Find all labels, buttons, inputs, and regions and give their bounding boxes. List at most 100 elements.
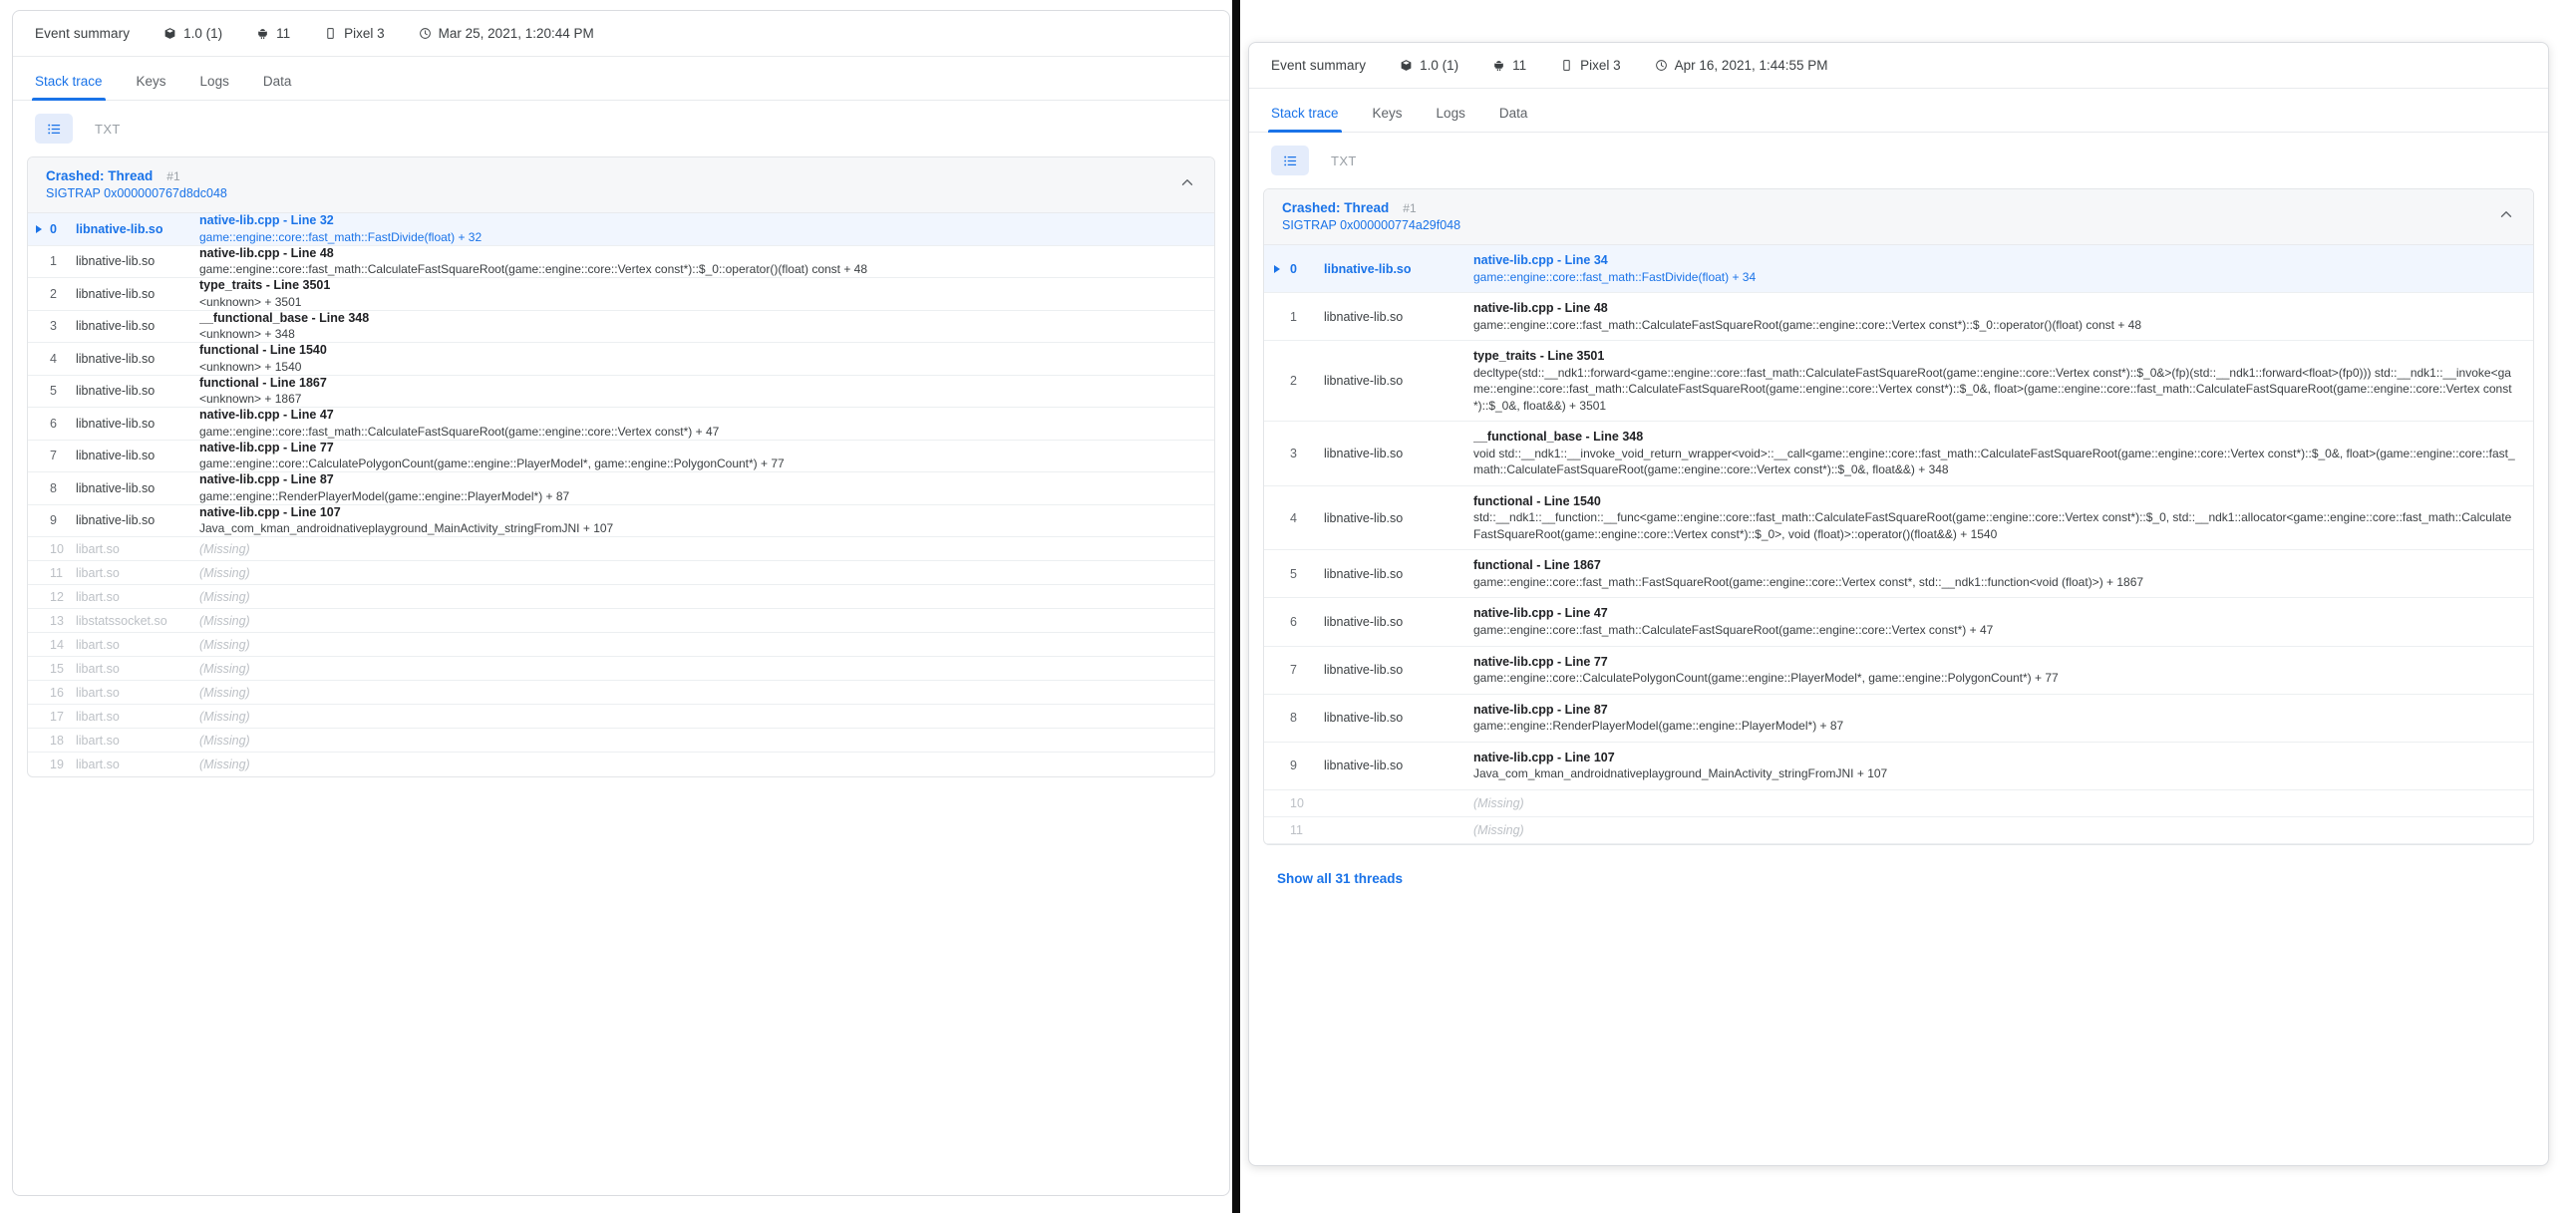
frame-detail: native-lib.cpp - Line 77 game::engine::co… <box>199 440 1214 472</box>
stack-frame-row[interactable]: 13 libstatssocket.so (Missing) <box>28 609 1214 633</box>
stack-frame-row[interactable]: 12 libart.so (Missing) <box>28 585 1214 609</box>
frame-source-line: native-lib.cpp - Line 34 <box>1473 253 1608 267</box>
stack-frame-row[interactable]: 11 libart.so (Missing) <box>28 561 1214 585</box>
stack-frame-row[interactable]: 8 libnative-lib.so native-lib.cpp - Line 8… <box>1264 695 2533 743</box>
tab-stack-trace-right[interactable]: Stack trace <box>1268 106 1342 133</box>
tab-stack-trace[interactable]: Stack trace <box>32 74 106 101</box>
tab-logs-right[interactable]: Logs <box>1437 106 1465 132</box>
stack-frame-row[interactable]: 15 libart.so (Missing) <box>28 657 1214 681</box>
list-view-button-right[interactable] <box>1271 146 1309 175</box>
stack-frame-row[interactable]: 7 libnative-lib.so native-lib.cpp - Line 7… <box>1264 647 2533 695</box>
stack-trace-body-right: Crashed: Thread #1 SIGTRAP 0x000000774a2… <box>1249 188 2548 888</box>
list-view-button[interactable] <box>35 114 73 144</box>
stack-frame-row[interactable]: 6 libnative-lib.so native-lib.cpp - Line 4… <box>1264 598 2533 647</box>
frame-index: 14 <box>50 637 64 652</box>
tab-data-right[interactable]: Data <box>1499 106 1528 132</box>
frame-index: 1 <box>1290 309 1297 324</box>
frame-library: libnative-lib.so <box>1324 309 1404 324</box>
frame-symbol: game::engine::core::fast_math::FastSquar… <box>1473 574 2144 589</box>
stack-frame-row[interactable]: 7 libnative-lib.so native-lib.cpp - Line 7… <box>28 440 1214 472</box>
event-summary-bar-right: Event summary 1.0 (1) 11 Pixel 3 Apr 16,… <box>1249 43 2548 89</box>
api-level-chip-right[interactable]: 11 <box>1492 58 1526 73</box>
stack-frame-row[interactable]: 16 libart.so (Missing) <box>28 681 1214 705</box>
frame-source-line: functional - Line 1867 <box>1473 558 1601 573</box>
frame-library: libnative-lib.so <box>76 319 156 334</box>
api-level-chip[interactable]: 11 <box>256 26 290 41</box>
txt-view-button-right[interactable]: TXT <box>1319 146 1369 175</box>
stack-frame-row[interactable]: 9 libnative-lib.so native-lib.cpp - Line 1… <box>28 505 1214 537</box>
tab-keys[interactable]: Keys <box>137 74 166 100</box>
stack-frame-row[interactable]: 0 libnative-lib.so native-lib.cpp - Line 3… <box>1264 245 2533 294</box>
phone-icon <box>1560 59 1573 72</box>
stack-frame-row[interactable]: 4 libnative-lib.so functional - Line 1540 <… <box>28 343 1214 376</box>
stack-frame-row[interactable]: 3 libnative-lib.so __functional_base - Lin… <box>28 310 1214 343</box>
frame-library: libstatssocket.so <box>76 613 167 628</box>
stack-frame-row[interactable]: 4 libnative-lib.so functional - Line 1540 s… <box>1264 486 2533 551</box>
stack-frame-row[interactable]: 2 libnative-lib.so type_traits - Line 3501… <box>28 278 1214 311</box>
stack-frame-row[interactable]: 6 libnative-lib.so native-lib.cpp - Line 4… <box>28 408 1214 441</box>
thread-number: #1 <box>166 169 180 183</box>
expand-frame-caret[interactable] <box>28 224 50 234</box>
frame-symbol: <unknown> + 1540 <box>199 359 302 374</box>
frame-missing-label: (Missing) <box>199 589 250 604</box>
stack-frame-row[interactable]: 2 libnative-lib.so type_traits - Line 3501… <box>1264 341 2533 423</box>
frame-index: 18 <box>50 733 64 748</box>
stack-frame-row[interactable]: 5 libnative-lib.so functional - Line 1867 <… <box>28 376 1214 408</box>
stack-frame-row[interactable]: 0 libnative-lib.so native-lib.cpp - Line 3… <box>28 213 1214 246</box>
frame-library: libnative-lib.so <box>1324 614 1404 629</box>
stack-frame-row[interactable]: 8 libnative-lib.so native-lib.cpp - Line 8… <box>28 472 1214 505</box>
frame-detail: (Missing) <box>199 734 1214 748</box>
stack-frame-row[interactable]: 1 libnative-lib.so native-lib.cpp - Line 4… <box>28 246 1214 278</box>
frame-detail: (Missing) <box>199 590 1214 604</box>
collapse-thread-button-right[interactable] <box>2493 204 2519 230</box>
package-icon <box>163 27 176 40</box>
stack-frame-row[interactable]: 10 (Missing) <box>1264 790 2533 817</box>
app-version-chip[interactable]: 1.0 (1) <box>163 26 222 41</box>
frame-source-line: native-lib.cpp - Line 47 <box>199 408 334 423</box>
collapse-thread-button[interactable] <box>1174 172 1200 198</box>
frame-detail: native-lib.cpp - Line 77 game::engine::co… <box>1473 654 2533 687</box>
app-version-chip-right[interactable]: 1.0 (1) <box>1400 58 1458 73</box>
stack-frame-row[interactable]: 19 libart.so (Missing) <box>28 753 1214 776</box>
android-icon <box>1492 59 1505 72</box>
frame-detail: (Missing) <box>1473 823 2533 837</box>
txt-view-button[interactable]: TXT <box>83 114 133 144</box>
stack-frame-row[interactable]: 10 libart.so (Missing) <box>28 537 1214 561</box>
frame-detail: native-lib.cpp - Line 48 game::engine::co… <box>1473 300 2533 333</box>
frame-source-line: native-lib.cpp - Line 32 <box>199 213 334 228</box>
device-chip-right[interactable]: Pixel 3 <box>1560 58 1621 73</box>
device-chip[interactable]: Pixel 3 <box>324 26 385 41</box>
expand-frame-caret[interactable] <box>1264 264 1290 274</box>
frame-library: libnative-lib.so <box>1324 510 1404 525</box>
stack-frame-row[interactable]: 11 (Missing) <box>1264 817 2533 844</box>
frame-index: 15 <box>50 661 64 676</box>
frame-detail: functional - Line 1867 game::engine::core… <box>1473 557 2533 590</box>
stack-frame-row[interactable]: 9 libnative-lib.so native-lib.cpp - Line 1… <box>1264 743 2533 790</box>
frame-list-left: 0 libnative-lib.so native-lib.cpp - Line 3… <box>28 213 1214 776</box>
app-version-label: 1.0 (1) <box>183 26 223 41</box>
frame-index: 3 <box>50 319 57 334</box>
frame-source-line: type_traits - Line 3501 <box>1473 349 1605 364</box>
stack-frame-row[interactable]: 14 libart.so (Missing) <box>28 633 1214 657</box>
frame-library: libart.so <box>76 661 120 676</box>
stack-frame-row[interactable]: 1 libnative-lib.so native-lib.cpp - Line 4… <box>1264 293 2533 342</box>
timestamp-label: Mar 25, 2021, 1:20:44 PM <box>438 26 594 41</box>
frame-source-line: native-lib.cpp - Line 77 <box>1473 654 1608 669</box>
thread-card-left: Crashed: Thread #1 SIGTRAP 0x000000767d8… <box>27 156 1215 777</box>
list-view-icon <box>1282 152 1299 169</box>
stack-frame-row[interactable]: 3 libnative-lib.so __functional_base - Lin… <box>1264 422 2533 486</box>
timestamp-chip-right[interactable]: Apr 16, 2021, 1:44:55 PM <box>1655 58 1828 73</box>
stack-frame-row[interactable]: 5 libnative-lib.so functional - Line 1867 g… <box>1264 550 2533 599</box>
show-all-threads-link[interactable]: Show all 31 threads <box>1277 871 1403 886</box>
timestamp-chip[interactable]: Mar 25, 2021, 1:20:44 PM <box>419 26 594 41</box>
stack-frame-row[interactable]: 17 libart.so (Missing) <box>28 705 1214 729</box>
frame-source-line: native-lib.cpp - Line 87 <box>1473 702 1608 717</box>
frame-library: libnative-lib.so <box>76 416 156 431</box>
tab-logs[interactable]: Logs <box>200 74 229 100</box>
tab-data[interactable]: Data <box>263 74 292 100</box>
frame-missing-label: (Missing) <box>199 565 250 580</box>
tab-keys-right[interactable]: Keys <box>1373 106 1403 132</box>
frame-detail: (Missing) <box>1473 796 2533 810</box>
stack-frame-row[interactable]: 18 libart.so (Missing) <box>28 729 1214 753</box>
frame-source-line: __functional_base - Line 348 <box>199 310 370 325</box>
